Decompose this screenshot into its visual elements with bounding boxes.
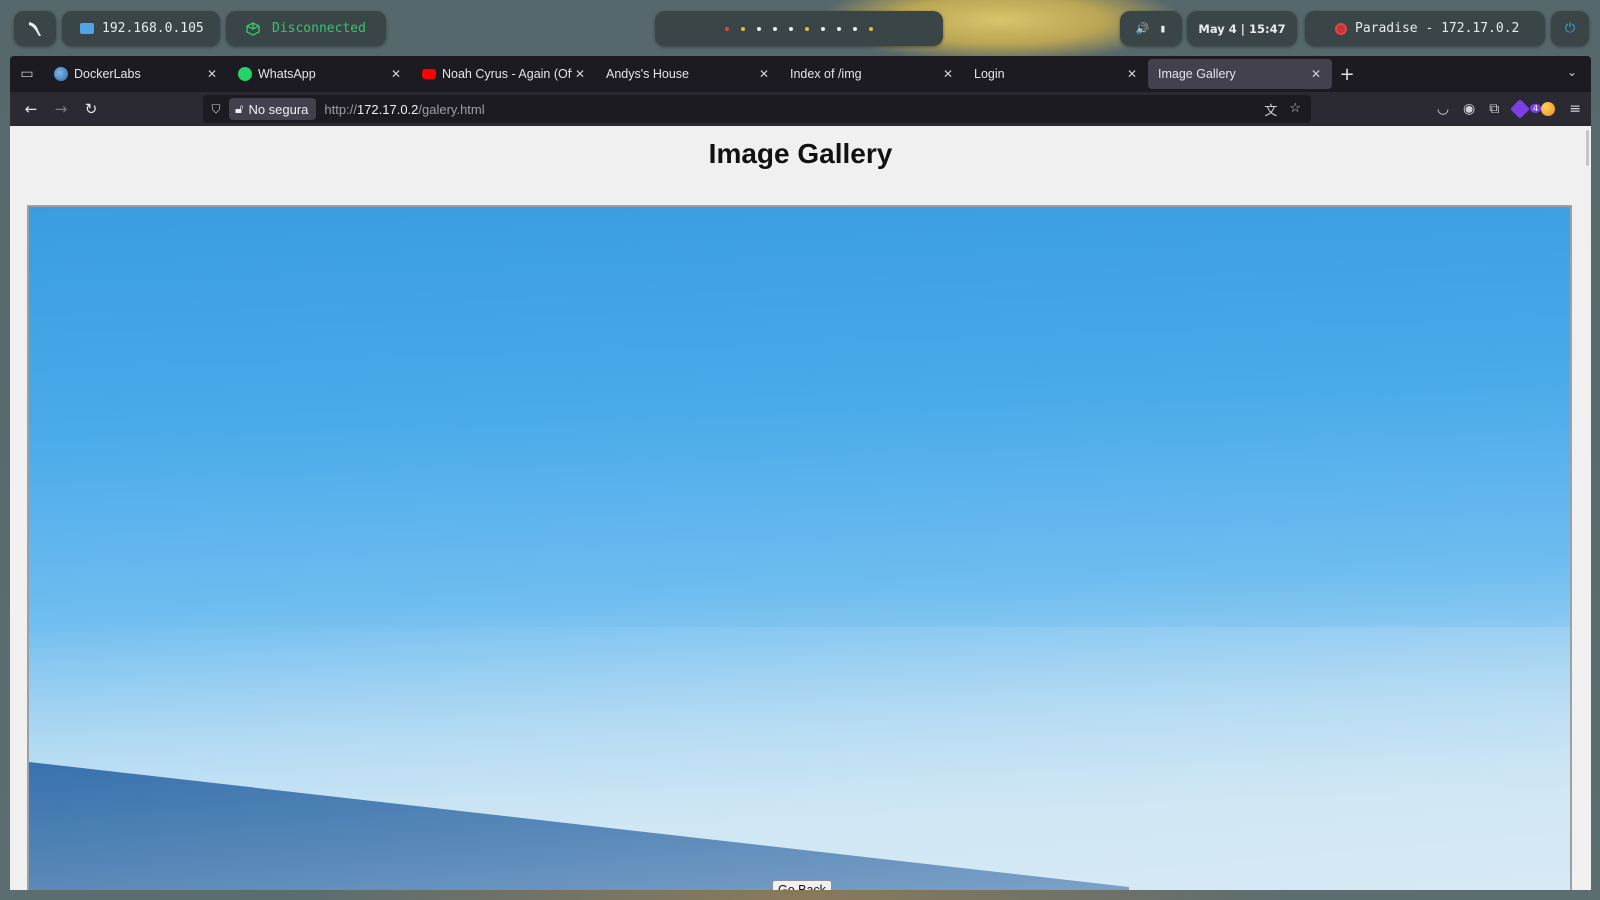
close-icon[interactable]: ✕ xyxy=(572,67,588,81)
reload-icon: ↻ xyxy=(84,100,98,118)
extension-purple-icon[interactable]: 4 xyxy=(1510,99,1542,119)
url-path: /galery.html xyxy=(418,101,485,117)
local-ip-text: 192.168.0.105 xyxy=(102,21,204,36)
workspace-10[interactable] xyxy=(869,26,873,31)
workspace-5[interactable] xyxy=(789,26,793,31)
battery-icon: ▮ xyxy=(1159,22,1167,35)
tab-title: Index of /img xyxy=(790,67,862,81)
pocket-icon[interactable]: ◡ xyxy=(1437,101,1449,117)
tab-dockerlabs[interactable]: DockerLabs ✕ xyxy=(44,59,228,89)
clock[interactable]: May 4 | 15:47 xyxy=(1187,11,1297,46)
new-tab-button[interactable]: + xyxy=(1332,64,1362,85)
vpn-status-text: Disconnected xyxy=(272,21,366,36)
kali-dragon-icon xyxy=(29,21,41,36)
security-label: No segura xyxy=(248,101,309,117)
extensions-icon[interactable]: ⧉ xyxy=(1489,101,1499,117)
time-text: 15:47 xyxy=(1248,21,1286,36)
tab-bar: ▭ DockerLabs ✕ WhatsApp ✕ Noah Cyrus - A… xyxy=(10,56,1591,92)
go-back-button[interactable]: Go Back xyxy=(772,880,832,890)
tracking-protection-icon[interactable]: ⛉ xyxy=(203,102,229,117)
close-icon[interactable]: ✕ xyxy=(1308,67,1324,81)
navigation-toolbar: ← → ↻ ⛉ 🔓︎ No segura http://172.17.0.2/g… xyxy=(10,92,1591,126)
tab-youtube[interactable]: Noah Cyrus - Again (Offic ✕ xyxy=(412,59,596,89)
volume-icon[interactable]: 🔊 xyxy=(1136,22,1150,35)
tab-login[interactable]: Login ✕ xyxy=(964,59,1148,89)
vpn-status-indicator: Disconnected xyxy=(226,11,386,46)
extension-badge: 4 xyxy=(1530,103,1542,113)
tab-title: Noah Cyrus - Again (Offic xyxy=(442,67,572,81)
tab-groups-icon: ▭ xyxy=(20,66,34,82)
local-ip-indicator: 192.168.0.105 xyxy=(62,11,220,46)
arrow-right-icon: → xyxy=(54,100,68,118)
address-bar[interactable]: ⛉ 🔓︎ No segura http://172.17.0.2/galery.… xyxy=(203,95,1311,123)
plus-icon: + xyxy=(1339,63,1355,85)
tab-title: DockerLabs xyxy=(74,67,141,81)
lock-insecure-icon: 🔓︎ xyxy=(235,101,244,116)
toolbar-actions: ◡ ◉ ⧉ 4 ≡ xyxy=(1437,92,1581,126)
workspace-7[interactable] xyxy=(821,26,825,31)
workspace-4[interactable] xyxy=(773,26,777,31)
tab-andys-house[interactable]: Andys's House ✕ xyxy=(596,59,780,89)
tab-whatsapp[interactable]: WhatsApp ✕ xyxy=(228,59,412,89)
chevron-down-icon: ⌄ xyxy=(1566,65,1577,79)
power-button[interactable]: ⏻ xyxy=(1551,11,1589,46)
tab-title: WhatsApp xyxy=(258,67,316,81)
close-icon[interactable]: ✕ xyxy=(756,67,772,81)
url-text[interactable]: http://172.17.0.2/galery.html xyxy=(324,102,484,117)
date-text: May 4 xyxy=(1198,21,1237,36)
tab-title: Image Gallery xyxy=(1158,67,1236,81)
list-all-tabs-button[interactable]: ⌄ xyxy=(1567,65,1577,79)
vpn-cube-icon xyxy=(246,21,260,36)
forward-button[interactable]: → xyxy=(46,100,76,118)
gallery-image xyxy=(27,205,1572,890)
whatsapp-icon xyxy=(238,67,252,81)
tab-index-img[interactable]: Index of /img ✕ xyxy=(780,59,964,89)
date-separator: | xyxy=(1236,21,1249,36)
youtube-icon xyxy=(422,69,436,79)
url-scheme: http:// xyxy=(324,101,357,117)
target-indicator: Paradise - 172.17.0.2 xyxy=(1305,11,1545,46)
target-text: Paradise - 172.17.0.2 xyxy=(1355,21,1520,36)
workspace-2[interactable] xyxy=(741,26,745,31)
close-icon[interactable]: ✕ xyxy=(204,67,220,81)
translate-icon[interactable]: 文 xyxy=(1264,100,1277,119)
page-viewport: Image Gallery Go Back xyxy=(10,126,1591,890)
close-icon[interactable]: ✕ xyxy=(388,67,404,81)
docker-icon xyxy=(54,67,68,81)
tab-title: Login xyxy=(974,67,1005,81)
image-sea-region xyxy=(29,762,1129,890)
workspace-8[interactable] xyxy=(837,26,841,31)
workspace-1[interactable] xyxy=(725,26,729,31)
account-icon[interactable]: ◉ xyxy=(1463,101,1475,117)
reload-button[interactable]: ↻ xyxy=(76,100,106,118)
workspace-switcher[interactable] xyxy=(655,11,943,46)
close-icon[interactable]: ✕ xyxy=(940,67,956,81)
workspace-9[interactable] xyxy=(853,26,857,31)
page-title: Image Gallery xyxy=(708,138,893,169)
network-icon xyxy=(80,23,94,34)
tab-title: Andys's House xyxy=(606,67,689,81)
tab-groups-button[interactable]: ▭ xyxy=(10,56,44,92)
back-button[interactable]: ← xyxy=(16,100,46,118)
site-security-button[interactable]: 🔓︎ No segura xyxy=(229,98,317,120)
kali-menu-button[interactable] xyxy=(14,11,56,46)
workspace-6[interactable] xyxy=(805,26,809,31)
hamburger-menu-icon[interactable]: ≡ xyxy=(1569,101,1581,117)
extension-orange-icon[interactable] xyxy=(1541,102,1556,116)
close-icon[interactable]: ✕ xyxy=(1124,67,1140,81)
workspace-3[interactable] xyxy=(757,26,761,31)
system-tray[interactable]: 🔊 ▮ xyxy=(1120,11,1182,46)
power-icon: ⏻ xyxy=(1564,21,1576,36)
tab-image-gallery[interactable]: Image Gallery ✕ xyxy=(1148,59,1332,89)
bookmark-star-icon[interactable]: ☆ xyxy=(1289,100,1301,119)
arrow-left-icon: ← xyxy=(24,100,38,118)
url-host: 172.17.0.2 xyxy=(356,101,419,117)
target-icon xyxy=(1335,22,1347,35)
browser-window: ▭ DockerLabs ✕ WhatsApp ✕ Noah Cyrus - A… xyxy=(10,56,1591,890)
